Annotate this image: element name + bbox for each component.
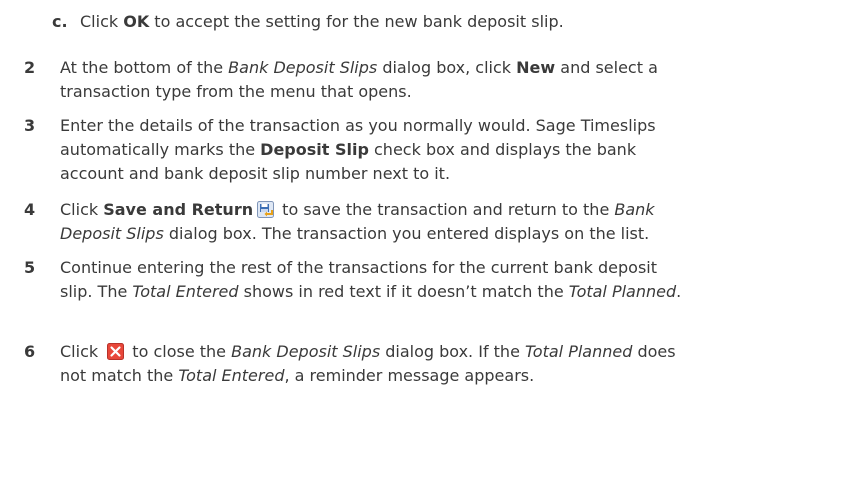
- substep-c: c. Click OK to accept the setting for the…: [52, 10, 832, 34]
- step-line: At the bottom of the Bank Deposit Slips …: [60, 56, 850, 80]
- step-body: Click to close the Bank Deposit Slips di…: [60, 340, 850, 388]
- step-text: to save the transaction and return to th…: [277, 200, 615, 219]
- step-text: dialog box. The transaction you entered …: [163, 224, 650, 243]
- dialog-name: Bank: [614, 200, 655, 219]
- step-line: Deposit Slips dialog box. The transactio…: [60, 222, 850, 246]
- step-text: not match the: [60, 366, 179, 385]
- step-body: Continue entering the rest of the transa…: [60, 256, 850, 304]
- step-body: At the bottom of the Bank Deposit Slips …: [60, 56, 850, 104]
- step-number: 6: [24, 342, 36, 361]
- step-line: Click to close the Bank Deposit Slips di…: [60, 340, 850, 364]
- ok-button-reference: OK: [123, 12, 150, 31]
- step-text: .: [676, 282, 682, 301]
- step-text: Enter the details of the transaction as …: [60, 116, 656, 135]
- step-text: At the bottom of the: [60, 58, 229, 77]
- dialog-name: Deposit Slips: [60, 224, 164, 243]
- step-number: 5: [24, 258, 36, 277]
- save-and-return-icon: [257, 201, 275, 218]
- dialog-name: Bank Deposit Slips: [231, 342, 381, 361]
- save-and-return-reference: Save and Return: [103, 200, 254, 219]
- step-text: Click: [60, 200, 104, 219]
- step-text: slip. The: [60, 282, 133, 301]
- step-text: and select a: [555, 58, 658, 77]
- step-text: shows in red text if it doesn’t match th…: [238, 282, 569, 301]
- substep-text: Click: [80, 12, 124, 31]
- step-number: 3: [24, 116, 36, 135]
- field-name: Total Entered: [178, 366, 285, 385]
- step-text: does: [632, 342, 676, 361]
- step-number: 4: [24, 200, 36, 219]
- step-text: transaction type from the menu that open…: [60, 82, 412, 101]
- field-name: Total Entered: [132, 282, 239, 301]
- field-name: Total Planned: [525, 342, 633, 361]
- document-page: c. Click OK to accept the setting for the…: [0, 0, 852, 481]
- step-line: slip. The Total Entered shows in red tex…: [60, 280, 850, 304]
- step-line: Enter the details of the transaction as …: [60, 114, 850, 138]
- field-name: Total Planned: [568, 282, 677, 301]
- step-text: Continue entering the rest of the transa…: [60, 258, 657, 277]
- step-text: account and bank deposit slip number nex…: [60, 164, 451, 183]
- step-text: , a reminder message appears.: [284, 366, 535, 385]
- new-button-reference: New: [516, 58, 556, 77]
- deposit-slip-checkbox-reference: Deposit Slip: [260, 140, 369, 159]
- step-line: Click Save and Return to save the transa…: [60, 198, 850, 222]
- step-text: dialog box, click: [377, 58, 517, 77]
- step-line: not match the Total Entered, a reminder …: [60, 364, 850, 388]
- step-line: automatically marks the Deposit Slip che…: [60, 138, 850, 162]
- step-text: Click: [60, 342, 104, 361]
- substep-marker: c.: [52, 12, 68, 31]
- dialog-name: Bank Deposit Slips: [228, 58, 378, 77]
- step-line: Continue entering the rest of the transa…: [60, 256, 850, 280]
- step-number: 2: [24, 58, 36, 77]
- step-text: automatically marks the: [60, 140, 261, 159]
- step-line: account and bank deposit slip number nex…: [60, 162, 850, 186]
- step-body: Click Save and Return to save the transa…: [60, 198, 850, 246]
- step-text: dialog box. If the: [380, 342, 525, 361]
- step-body: Enter the details of the transaction as …: [60, 114, 850, 186]
- step-text: to close the: [127, 342, 232, 361]
- step-text: check box and displays the bank: [368, 140, 637, 159]
- substep-text: to accept the setting for the new bank d…: [149, 12, 564, 31]
- step-line: transaction type from the menu that open…: [60, 80, 850, 104]
- close-icon: [107, 343, 125, 360]
